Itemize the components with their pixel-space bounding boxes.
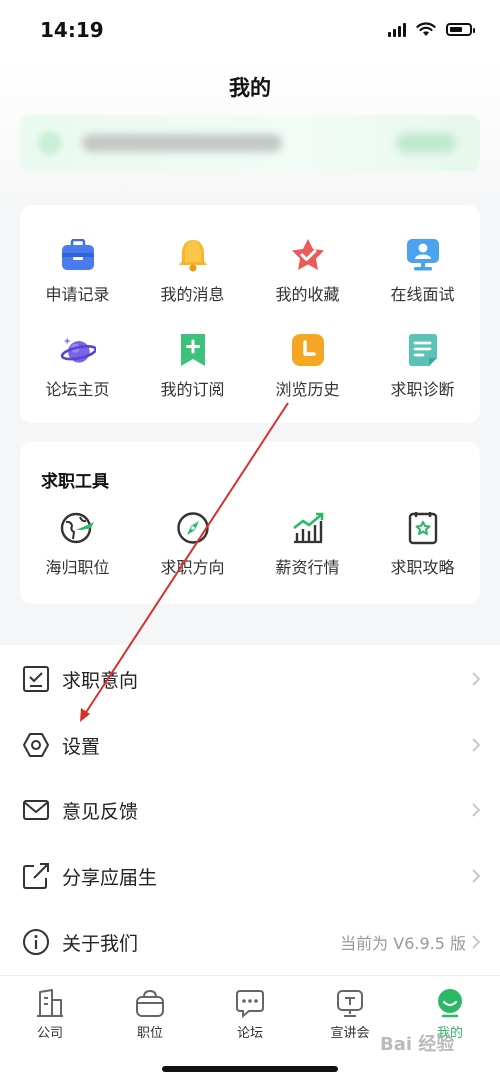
grid-item-favorites[interactable]: 我的收藏	[250, 237, 365, 305]
menu-item-label: 分享应届生	[62, 866, 158, 889]
chevron-right-icon	[472, 672, 481, 686]
share-icon	[23, 863, 49, 889]
home-indicator	[162, 1066, 338, 1072]
tool-salary-trends[interactable]: 薪资行情	[250, 510, 365, 578]
grid-item-forum-home[interactable]: 论坛主页	[20, 332, 135, 400]
document-icon	[405, 332, 441, 368]
bag-icon	[136, 989, 164, 1017]
building-icon	[37, 989, 63, 1017]
job-tools-card: 求职工具 海归职位 求职方向 薪资行情 求职攻略	[20, 442, 480, 604]
version-text: 当前为 V6.9.5 版	[340, 934, 466, 953]
compass-icon	[175, 510, 211, 546]
menu-item-label: 设置	[62, 735, 101, 758]
briefcase-icon	[60, 237, 96, 273]
profile-banner[interactable]	[20, 115, 480, 171]
grid-item-label: 在线面试	[390, 285, 455, 304]
menu-item-share[interactable]: 分享应届生	[0, 843, 500, 909]
video-interview-icon	[405, 237, 441, 273]
header-area: 我的	[0, 60, 500, 200]
grid-item-label: 我的订阅	[160, 380, 225, 399]
tool-label: 求职方向	[160, 558, 225, 577]
globe-plane-icon	[60, 510, 96, 546]
tool-label: 薪资行情	[275, 558, 340, 577]
guide-book-icon	[405, 510, 441, 546]
clock-icon	[290, 332, 326, 368]
settings-menu-list: 求职意向 设置 意见反馈 分享应届生 关于我们 当前为 V6.9.5 版	[0, 645, 500, 975]
chevron-right-icon	[472, 869, 481, 883]
star-icon	[290, 237, 326, 273]
info-icon	[23, 929, 49, 955]
grid-item-online-interview[interactable]: 在线面试	[365, 237, 480, 305]
status-time: 14:19	[40, 18, 104, 42]
grid-item-subscriptions[interactable]: 我的订阅	[135, 332, 250, 400]
battery-icon	[446, 23, 475, 36]
grid-item-label: 我的消息	[160, 285, 225, 304]
menu-item-about[interactable]: 关于我们 当前为 V6.9.5 版	[0, 909, 500, 975]
quick-actions-card: 申请记录 我的消息 我的收藏 在线面试 论坛主页 我的订阅 浏览历史 求职诊断	[20, 205, 480, 423]
bell-icon	[175, 237, 211, 273]
status-bar: 14:19	[0, 0, 500, 60]
tool-label: 求职攻略	[390, 558, 455, 577]
tab-jobs[interactable]: 职位	[100, 988, 200, 1041]
signal-icon	[388, 22, 406, 37]
hexagon-settings-icon	[23, 733, 49, 757]
envelope-icon	[23, 800, 49, 820]
page-title: 我的	[229, 76, 271, 100]
tab-forum[interactable]: 论坛	[200, 988, 300, 1041]
tab-company[interactable]: 公司	[0, 988, 100, 1041]
chevron-right-icon	[472, 803, 481, 817]
job-tools-title: 求职工具	[41, 472, 109, 492]
tab-label: 宣讲会	[330, 1026, 370, 1041]
menu-item-feedback[interactable]: 意见反馈	[0, 777, 500, 843]
wifi-icon	[416, 22, 436, 36]
profile-icon	[438, 989, 462, 1018]
tab-label: 职位	[136, 1026, 163, 1041]
grid-item-job-diagnosis[interactable]: 求职诊断	[365, 332, 480, 400]
grid-item-label: 我的收藏	[275, 285, 340, 304]
status-icons	[388, 22, 475, 37]
chevron-right-icon	[472, 738, 481, 752]
menu-item-label: 求职意向	[62, 669, 139, 692]
grid-item-label: 论坛主页	[45, 380, 110, 399]
planet-icon	[60, 332, 96, 368]
grid-item-messages[interactable]: 我的消息	[135, 237, 250, 305]
tool-job-direction[interactable]: 求职方向	[135, 510, 250, 578]
bar-trend-icon	[290, 510, 326, 546]
menu-item-label: 意见反馈	[62, 800, 139, 823]
tab-label: 论坛	[236, 1026, 263, 1041]
chat-icon	[236, 990, 264, 1018]
presentation-icon	[337, 990, 363, 1017]
watermark-text: Bai 经验	[380, 1034, 455, 1055]
grid-item-label: 求职诊断	[390, 380, 455, 399]
tool-label: 海归职位	[45, 558, 110, 577]
grid-item-history[interactable]: 浏览历史	[250, 332, 365, 400]
menu-item-job-intention[interactable]: 求职意向	[0, 646, 500, 712]
grid-item-label: 浏览历史	[275, 380, 340, 399]
tool-overseas-jobs[interactable]: 海归职位	[20, 510, 135, 578]
bookmark-plus-icon	[175, 332, 211, 368]
grid-item-label: 申请记录	[45, 285, 110, 304]
menu-item-label: 关于我们	[62, 932, 139, 955]
grid-item-applications[interactable]: 申请记录	[20, 237, 135, 305]
menu-item-settings[interactable]: 设置	[0, 712, 500, 778]
tab-label: 公司	[36, 1026, 63, 1041]
checklist-icon	[23, 666, 49, 692]
chevron-right-icon	[472, 935, 481, 949]
tool-job-guide[interactable]: 求职攻略	[365, 510, 480, 578]
